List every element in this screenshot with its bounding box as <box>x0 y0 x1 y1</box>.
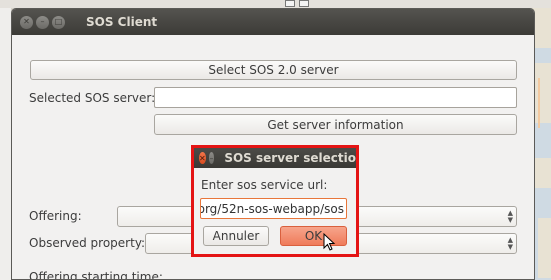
get-server-information-button[interactable]: Get server information <box>154 114 517 135</box>
background-toolbar-icon <box>299 0 309 7</box>
observed-property-label: Observed property: <box>29 236 146 250</box>
select-sos-server-button[interactable]: Select SOS 2.0 server <box>30 60 517 80</box>
mouse-pointer-icon <box>323 233 336 251</box>
sos-url-input[interactable]: .org/52n-sos-webapp/sos <box>200 198 347 219</box>
offering-start-label: Offering starting time: <box>29 270 163 280</box>
dialog-titlebar[interactable]: ✕ – SOS server selectio <box>194 148 356 168</box>
background-panel <box>0 8 11 280</box>
spin-arrows-icon: ▲ ▼ <box>507 209 513 224</box>
dialog-title: SOS server selectio <box>224 151 356 165</box>
close-icon[interactable]: ✕ <box>199 152 206 164</box>
minimize-icon[interactable]: – <box>208 152 215 164</box>
window-titlebar[interactable]: ✕ – □ SOS Client <box>12 9 534 35</box>
background-toolbar-icon <box>285 0 295 7</box>
spin-arrows-icon: ▲ ▼ <box>507 236 513 251</box>
maximize-icon[interactable]: □ <box>52 15 65 29</box>
sos-url-value: .org/52n-sos-webapp/sos <box>200 201 344 216</box>
close-icon[interactable]: ✕ <box>20 15 33 29</box>
selected-server-field[interactable] <box>154 87 517 108</box>
offering-label: Offering: <box>29 209 82 223</box>
window-title: SOS Client <box>86 15 158 29</box>
dialog-prompt: Enter sos service url: <box>201 178 328 192</box>
cancel-button[interactable]: Annuler <box>203 226 269 246</box>
selected-server-label: Selected SOS server: <box>29 91 156 105</box>
minimize-icon[interactable]: – <box>36 15 49 29</box>
background-toolbar <box>0 0 551 8</box>
